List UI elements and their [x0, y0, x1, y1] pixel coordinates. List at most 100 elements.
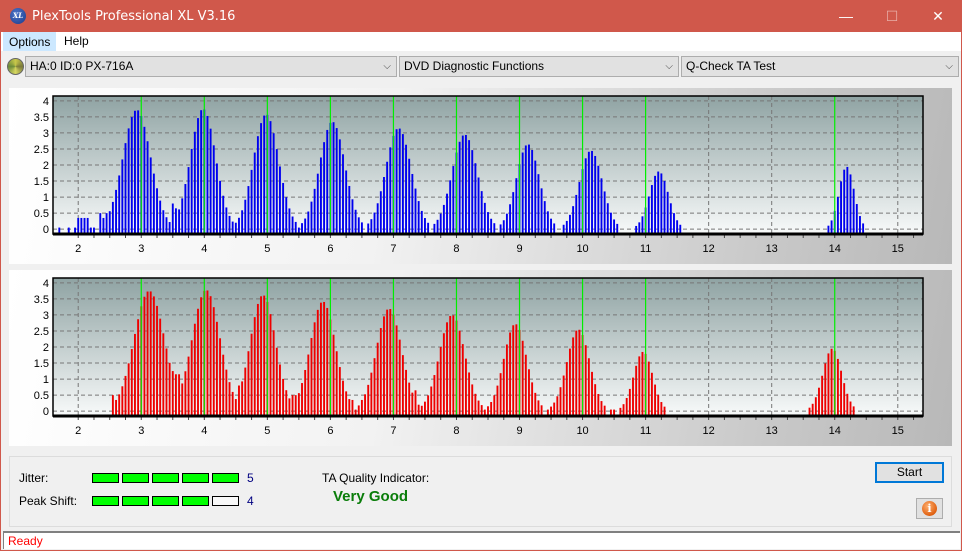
histogram-bar [609, 212, 612, 234]
histogram-bar [584, 345, 587, 416]
meter-segment [212, 496, 239, 506]
histogram-bar [130, 349, 133, 416]
histogram-bar [449, 315, 452, 416]
start-button[interactable]: Start [875, 462, 944, 483]
x-tick-label: 12 [703, 425, 715, 437]
histogram-bar [200, 297, 203, 416]
histogram-bar [383, 316, 385, 416]
histogram-bar [99, 213, 102, 234]
histogram-bar [474, 163, 477, 234]
x-tick-label: 6 [327, 243, 333, 255]
close-button[interactable]: ✕ [915, 1, 961, 32]
histogram-bar [275, 149, 278, 234]
histogram-bar [616, 223, 619, 234]
histogram-bar [524, 354, 527, 416]
histogram-bar [546, 211, 549, 234]
histogram-bar [178, 209, 181, 234]
histogram-bar [452, 315, 455, 416]
histogram-bar [197, 308, 199, 416]
minimize-button[interactable]: — [823, 1, 869, 32]
histogram-bar [118, 175, 121, 234]
histogram-bar [193, 323, 196, 416]
histogram-bar [121, 159, 124, 234]
histogram-bar [253, 317, 256, 416]
histogram-bar [291, 216, 294, 234]
histogram-bar [641, 351, 644, 416]
histogram-bar [565, 362, 568, 416]
histogram-bar [231, 221, 234, 234]
histogram-bar [509, 332, 512, 416]
histogram-bar [279, 166, 281, 234]
histogram-bar [578, 329, 581, 416]
histogram-bar [464, 134, 467, 234]
histogram-bar [190, 148, 193, 234]
histogram-bar [376, 342, 379, 416]
status-text: Ready [8, 534, 43, 548]
histogram-bar [591, 371, 593, 416]
histogram-bar [360, 399, 363, 416]
histogram-bar [650, 372, 653, 416]
x-tick-label: 6 [327, 425, 333, 437]
histogram-bar [345, 170, 348, 234]
test-select[interactable]: Q-Check TA Test ⌵ [681, 56, 959, 77]
info-button[interactable]: i [916, 498, 943, 519]
histogram-bar [250, 169, 253, 234]
histogram-bar [184, 184, 187, 234]
histogram-bar [373, 358, 376, 416]
drive-select[interactable]: HA:0 ID:0 PX-716A ⌵ [25, 56, 397, 77]
histogram-bar [206, 290, 209, 416]
histogram-bar [505, 213, 508, 234]
histogram-bar [291, 395, 294, 416]
histogram-bar [439, 346, 442, 416]
maximize-button[interactable]: ☐ [869, 1, 915, 32]
chevron-down-icon: ⌵ [945, 61, 953, 72]
histogram-bar [420, 405, 423, 416]
x-tick-label: 5 [264, 243, 270, 255]
menu-options[interactable]: Options [3, 32, 57, 51]
histogram-bar [606, 203, 609, 234]
y-tick-label: 2.5 [34, 326, 49, 338]
histogram-bar [512, 192, 515, 234]
menu-bar: Options Help [1, 32, 961, 51]
histogram-bar [301, 383, 303, 416]
histogram-bar [187, 356, 190, 416]
histogram-bar [408, 382, 411, 416]
histogram-bar [477, 177, 480, 234]
histogram-bar [553, 402, 556, 416]
x-tick-label: 12 [703, 243, 715, 255]
histogram-bar [86, 217, 89, 234]
function-select-value: DVD Diagnostic Functions [404, 59, 545, 73]
histogram-bar [168, 222, 171, 234]
histogram-bar [351, 399, 354, 416]
histogram-bar [127, 363, 130, 416]
menu-help[interactable]: Help [59, 32, 94, 51]
histogram-bar [569, 214, 571, 234]
histogram-bar [77, 217, 80, 234]
histogram-bar [625, 397, 628, 416]
meter-segment [92, 496, 119, 506]
histogram-bar [313, 322, 316, 416]
histogram-bar [137, 110, 140, 234]
histogram-bar [408, 158, 411, 234]
y-tick-label: 4 [43, 278, 49, 290]
histogram-bar [288, 208, 291, 234]
histogram-bar [417, 201, 420, 234]
jitter-label: Jitter: [19, 471, 49, 485]
histogram-bar [225, 207, 228, 234]
x-tick-label: 8 [453, 425, 459, 437]
histogram-bar [417, 404, 420, 416]
bottom-chart-panel: 0 0.5 1 1.5 2 2.5 3 3.5 4 2 3 4 5 6 7 8 9 10 11 12 13 14 15 [9, 270, 952, 446]
histogram-bar [181, 383, 184, 416]
histogram-bar [316, 173, 319, 234]
histogram-bar [310, 337, 313, 416]
histogram-bar [553, 223, 556, 234]
histogram-bar [159, 200, 162, 234]
histogram-bar [171, 203, 174, 234]
histogram-bar [439, 213, 442, 234]
function-select[interactable]: DVD Diagnostic Functions ⌵ [399, 56, 679, 77]
histogram-bar [591, 150, 593, 234]
histogram-bar [398, 339, 401, 416]
histogram-bar [603, 191, 606, 234]
histogram-bar [146, 291, 149, 416]
histogram-bar [386, 309, 389, 416]
